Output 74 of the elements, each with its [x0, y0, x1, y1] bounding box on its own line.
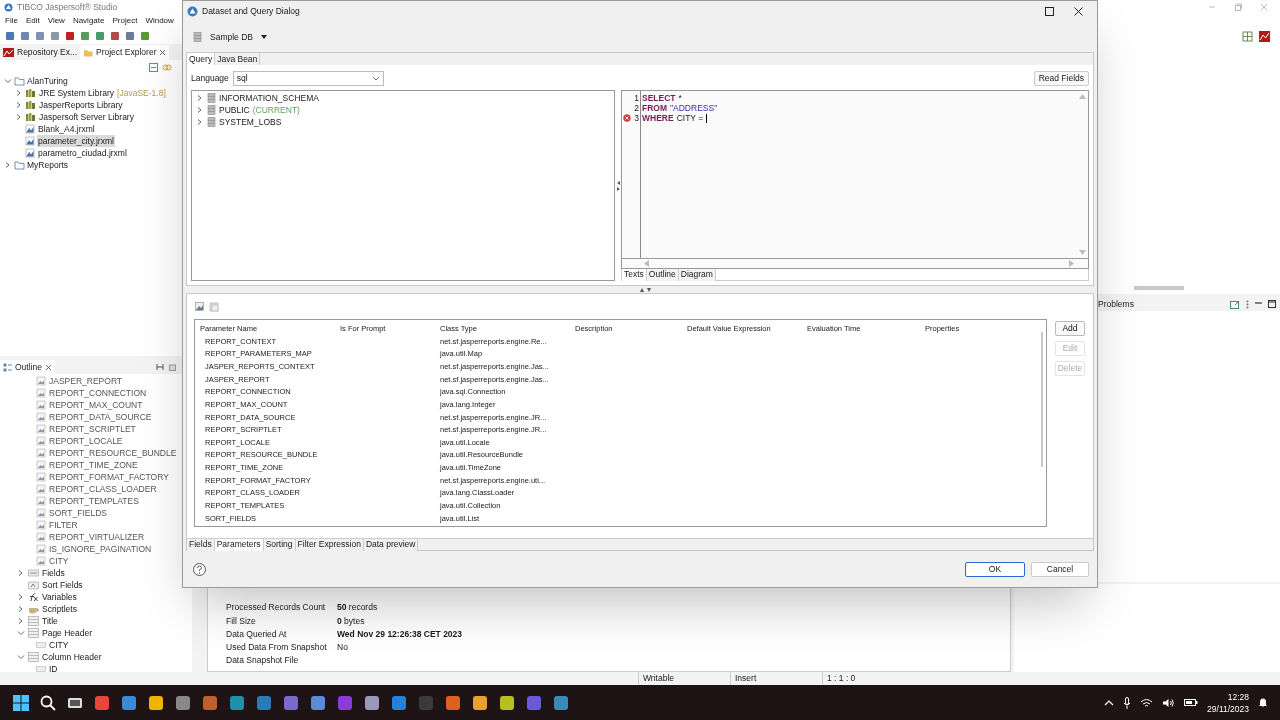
- language-dropdown[interactable]: sql: [232, 71, 384, 86]
- menu-item[interactable]: File: [5, 15, 18, 27]
- menu-item[interactable]: View: [47, 15, 65, 27]
- ok-button[interactable]: OK: [965, 561, 1025, 577]
- tree-item[interactable]: REPORT_FORMAT_FACTORY: [49, 470, 169, 484]
- tree-item[interactable]: FILTER: [49, 518, 78, 532]
- read-fields-button[interactable]: Read Fields: [1033, 71, 1089, 86]
- tree-item[interactable]: ID: [49, 662, 58, 672]
- tree-item[interactable]: SYSTEM_LOBS: [219, 115, 282, 129]
- info-label: Data Snapshot File: [226, 654, 300, 668]
- window-title: Dataset and Query Dialog: [202, 5, 300, 18]
- tree-item[interactable]: REPORT_VIRTUALIZER: [49, 530, 145, 544]
- menu-item[interactable]: Edit: [25, 15, 40, 27]
- tree-item[interactable]: Fields: [42, 566, 65, 580]
- tree-item[interactable]: Sort Fields: [42, 578, 83, 592]
- tree-item[interactable]: REPORT_SCRIPTLET: [49, 422, 136, 436]
- tree-item[interactable]: JASPER_REPORT: [49, 374, 123, 388]
- tree-item[interactable]: parameter_city.jrxml: [37, 134, 115, 148]
- tree-item[interactable]: REPORT_MAX_COUNT: [49, 398, 143, 412]
- tree-item[interactable]: Title: [42, 614, 58, 628]
- info-value: 50 records: [337, 601, 378, 614]
- info-value: No: [337, 641, 348, 654]
- tree-item[interactable]: Jaspersoft Server Library: [38, 110, 135, 124]
- tree-item[interactable]: REPORT_CLASS_LOADER: [49, 482, 157, 496]
- view-tab[interactable]: Project Explorer: [80, 45, 170, 60]
- tree-item[interactable]: REPORT_RESOURCE_BUNDLE: [49, 446, 177, 460]
- tree-item[interactable]: REPORT_CONNECTION: [49, 386, 147, 400]
- panel-tab[interactable]: Fields: [187, 538, 215, 551]
- tree-item[interactable]: REPORT_DATA_SOURCE: [49, 410, 152, 424]
- panel-tab[interactable]: Parameters: [214, 538, 264, 551]
- tree-item[interactable]: REPORT_TIME_ZONE: [49, 458, 138, 472]
- info-value: Wed Nov 29 12:26:38 CET 2023: [337, 627, 463, 641]
- info-label: Fill Size: [226, 614, 257, 628]
- tree-item[interactable]: Page Header: [42, 626, 93, 640]
- menu-item[interactable]: Navigate: [72, 15, 105, 27]
- view-tab[interactable]: Outline: [0, 360, 55, 374]
- panel-tab[interactable]: Sorting: [263, 538, 296, 551]
- cancel-button[interactable]: Cancel: [1031, 561, 1089, 577]
- field-label: Language: [191, 72, 229, 85]
- query-tab[interactable]: Java Bean: [215, 53, 261, 65]
- tree-item[interactable]: IS_IGNORE_PAGINATION: [49, 542, 152, 556]
- clock-date[interactable]: 29/11/2023: [1207, 702, 1249, 715]
- query-tab[interactable]: Query: [187, 53, 216, 65]
- tree-item[interactable]: Column Header: [42, 650, 102, 664]
- tree-item[interactable]: Blank_A4.jrxml: [37, 122, 96, 136]
- table-action-button[interactable]: Add: [1055, 321, 1085, 336]
- window-title: TIBCO Jaspersoft® Studio: [17, 0, 118, 14]
- info-label: Used Data From Snapshot: [226, 641, 328, 654]
- tree-item[interactable]: CITY: [49, 638, 69, 652]
- panel-tab[interactable]: Data preview: [363, 538, 419, 551]
- view-tab[interactable]: Problems: [1098, 297, 1134, 311]
- tree-item[interactable]: REPORT_LOCALE: [49, 434, 123, 448]
- menu-item[interactable]: Window: [145, 15, 174, 27]
- tree-item[interactable]: CITY: [49, 554, 69, 568]
- tree-item[interactable]: PUBLIC (CURRENT): [219, 103, 300, 117]
- tree-item[interactable]: parametro_ciudad.jrxml: [37, 146, 128, 160]
- tree-item[interactable]: Variables: [42, 590, 77, 604]
- tree-item[interactable]: JasperReports Library: [38, 98, 124, 112]
- tree-item[interactable]: SORT_FIELDS: [49, 506, 107, 520]
- info-value: 0 bytes: [337, 614, 365, 628]
- menu-item[interactable]: Project: [112, 15, 138, 27]
- view-tab[interactable]: Repository Ex...: [0, 45, 80, 60]
- info-label: Processed Records Count: [226, 601, 327, 614]
- tree-item[interactable]: Scriptlets: [42, 602, 77, 616]
- data-adapter-dropdown[interactable]: Sample DB: [192, 30, 268, 44]
- tree-item[interactable]: REPORT_TEMPLATES: [49, 494, 139, 508]
- info-label: Data Queried At: [226, 627, 288, 641]
- tree-item[interactable]: MyReports: [27, 158, 69, 172]
- panel-tab[interactable]: Filter Expression: [295, 538, 364, 551]
- tree-item[interactable]: AlanTuring: [27, 74, 68, 88]
- clock-time[interactable]: 12:28: [1227, 690, 1249, 703]
- tree-item[interactable]: INFORMATION_SCHEMA: [219, 91, 319, 105]
- query-editor[interactable]: 1 2 3 SELECT * FROM "ADDRESS" WHERE CITY =: [621, 90, 1089, 259]
- tree-item[interactable]: JRE System Library [JavaSE-1.8]: [38, 86, 167, 100]
